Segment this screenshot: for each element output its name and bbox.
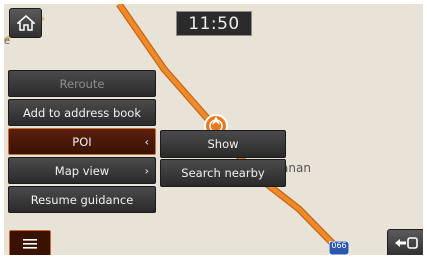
route-shield: 066 xyxy=(328,240,350,255)
menu-item-label: Reroute xyxy=(59,76,105,91)
submenu-item-show[interactable]: Show xyxy=(160,130,286,158)
menu-item-label: Add to address book xyxy=(23,105,141,120)
submenu-item-search-nearby[interactable]: Search nearby xyxy=(160,159,286,187)
submenu-item-label: Search nearby xyxy=(181,166,265,180)
menu-item-add-to-address-book[interactable]: Add to address book xyxy=(8,99,156,126)
chevron-right-icon: › xyxy=(144,164,149,177)
clock: 11:50 xyxy=(176,11,252,36)
route-shield-number: 066 xyxy=(331,241,347,250)
home-icon xyxy=(16,15,35,31)
home-button[interactable] xyxy=(9,8,42,38)
menu-button[interactable] xyxy=(9,230,51,255)
navigation-screen: e Hanan 066 11:50 Reroute Add to address… xyxy=(4,4,423,255)
menu-item-poi[interactable]: POI ‹ xyxy=(8,128,156,155)
poi-submenu: Show Search nearby xyxy=(160,130,286,188)
menu-icon xyxy=(23,238,37,249)
chevron-left-icon: ‹ xyxy=(144,135,149,148)
menu-item-map-view[interactable]: Map view › xyxy=(8,157,156,184)
back-icon xyxy=(395,237,418,249)
context-menu: Reroute Add to address book POI ‹ Map vi… xyxy=(8,70,156,215)
submenu-item-label: Show xyxy=(207,137,239,151)
road-fragment-label: e xyxy=(4,36,10,47)
menu-item-resume-guidance[interactable]: Resume guidance xyxy=(8,186,156,213)
menu-item-label: Resume guidance xyxy=(30,192,134,207)
back-button[interactable] xyxy=(387,229,423,255)
menu-item-reroute[interactable]: Reroute xyxy=(8,70,156,97)
menu-item-label: POI xyxy=(72,134,92,149)
menu-item-label: Map view xyxy=(54,163,110,178)
